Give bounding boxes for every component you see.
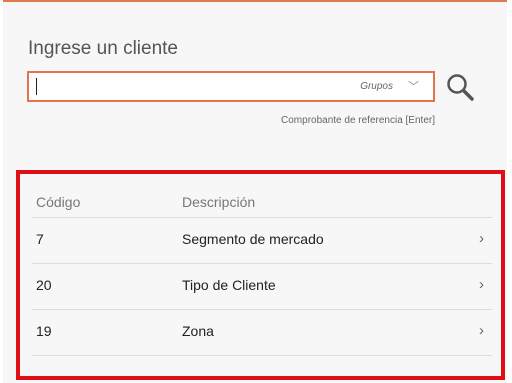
chevron-right-icon[interactable]: ›	[479, 230, 484, 247]
text-caret	[36, 78, 37, 95]
table-row[interactable]: 7 Segmento de mercado ›	[32, 218, 492, 264]
client-search-input[interactable]: Grupos ﹀	[27, 71, 435, 102]
table-row[interactable]: 19 Zona ›	[32, 310, 492, 356]
table-header: Código Descripción	[32, 188, 492, 218]
chevron-right-icon[interactable]: ›	[479, 322, 484, 339]
row-code: 19	[36, 323, 52, 339]
row-code: 7	[36, 231, 44, 247]
chevron-right-icon[interactable]: ›	[479, 276, 484, 293]
header-description: Descripción	[182, 194, 256, 210]
reference-voucher-link[interactable]: Comprobante de referencia [Enter]	[281, 115, 435, 126]
client-search-panel: Ingrese un cliente Grupos ﹀ Comprobante …	[3, 0, 507, 383]
search-icon[interactable]	[445, 72, 475, 102]
groups-table-highlight: Código Descripción 7 Segmento de mercado…	[16, 170, 505, 380]
table-row[interactable]: 20 Tipo de Cliente ›	[32, 264, 492, 310]
groups-dropdown-label[interactable]: Grupos	[360, 81, 393, 92]
header-code: Código	[36, 194, 81, 210]
row-description: Zona	[182, 323, 214, 339]
chevron-down-icon[interactable]: ﹀	[408, 78, 419, 94]
groups-table: Código Descripción 7 Segmento de mercado…	[32, 188, 492, 356]
row-description: Segmento de mercado	[182, 231, 324, 247]
search-heading: Ingrese un cliente	[28, 38, 178, 59]
row-code: 20	[36, 277, 52, 293]
row-description: Tipo de Cliente	[182, 277, 276, 293]
